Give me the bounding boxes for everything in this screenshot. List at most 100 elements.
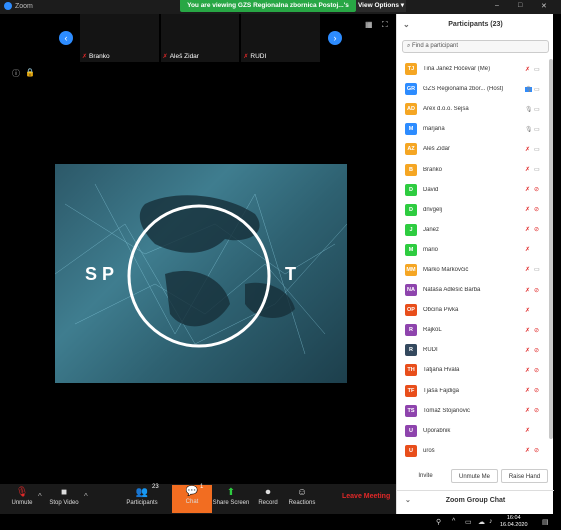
windows-taskbar: ⚲ ^ ▭ ☁ ♪ 16:04 16.04.2020 ▤: [0, 514, 561, 530]
participant-name: marjana: [423, 126, 445, 133]
participant-name: David: [423, 186, 439, 193]
video-options-caret[interactable]: ^: [84, 492, 88, 501]
mic-muted-icon: ✗: [525, 347, 531, 354]
mic-muted-icon: ✗: [525, 227, 531, 234]
chat-button[interactable]: 💬 Chat: [172, 485, 212, 513]
video-off-icon: ⊘: [534, 227, 540, 234]
avatar: U: [405, 424, 417, 437]
participant-row[interactable]: J Janez ✗ ⊘: [397, 220, 549, 240]
avatar: OP: [405, 304, 417, 317]
participant-row[interactable]: OP Obcina Pivka ✗: [397, 300, 549, 320]
screen-share-banner: You are viewing GZS Regionalna zbornica …: [180, 0, 356, 21]
tray-chevron-icon[interactable]: ^: [452, 518, 455, 525]
participant-row[interactable]: TH Tatjana Hvala ✗ ⊘: [397, 360, 549, 380]
reactions-label: Reactions: [288, 500, 316, 506]
participant-row[interactable]: Ddnvgelj ✗ ⊘: [397, 200, 549, 220]
unmute-me-button[interactable]: Unmute Me: [451, 469, 498, 483]
close-button[interactable]: ✕: [541, 2, 547, 10]
mic-muted-icon: ✗: [525, 307, 531, 314]
minimize-button[interactable]: –: [495, 2, 499, 9]
participant-name: RajkoL: [423, 327, 442, 334]
participant-row[interactable]: TF Tjaša Fajdiga ✗ ⊘: [397, 381, 549, 401]
participant-row[interactable]: GR GZS Regionalna zbor... (Host) 🎙 ▭: [397, 79, 549, 99]
maximize-button[interactable]: □: [518, 2, 522, 9]
video-off-icon: ⊘: [534, 367, 540, 374]
video-tile[interactable]: ✗ Branko: [80, 14, 159, 62]
participant-row[interactable]: D David ✗ ⊘: [397, 180, 549, 200]
lock-icon[interactable]: 🔒: [25, 68, 35, 77]
taskbar-clock[interactable]: 16:04 16.04.2020: [500, 515, 528, 529]
panel-header: ⌄ Participants (23): [397, 14, 554, 36]
next-page-button[interactable]: ›: [328, 31, 342, 45]
participant-row[interactable]: B Branko ✗ ▭: [397, 159, 549, 179]
share-screen-label: Share Screen: [212, 500, 250, 506]
chat-icon: 💬: [185, 486, 199, 497]
avatar: GR: [405, 83, 417, 96]
unmute-button[interactable]: 🎙 Unmute: [2, 486, 42, 506]
participant-row[interactable]: AD Arex d.o.o. Sejsa 🎙 ▭: [397, 99, 549, 119]
participant-row[interactable]: TS Tomaž Stojanovic ✗ ⊘: [397, 401, 549, 421]
reactions-button[interactable]: ☺ Reactions: [282, 486, 322, 506]
participant-row[interactable]: Uuroš ✗ ⊘: [397, 441, 549, 461]
video-tile[interactable]: ✗ Aleš Zidar: [160, 14, 240, 62]
video-icon: ▭: [534, 106, 540, 113]
participant-row[interactable]: Mmario ✗: [397, 240, 549, 260]
avatar: MM: [405, 263, 417, 276]
participant-search-input[interactable]: ⌕ Find a participant: [402, 40, 549, 53]
panel-actions: Invite Unmute Me Raise Hand: [403, 469, 548, 483]
app-name: Zoom: [15, 2, 33, 10]
group-chat-header[interactable]: ⌄ Zoom Group Chat: [397, 490, 554, 510]
gallery-view-icon[interactable]: ▦: [365, 20, 373, 29]
notification-icon[interactable]: ▤: [542, 518, 549, 526]
participant-row[interactable]: AZ Aleš Zidar ✗ ▭: [397, 139, 549, 159]
participant-name: Nataša Adlešič Barba: [423, 287, 481, 294]
avatar: TH: [405, 364, 417, 377]
video-icon: ▭: [534, 66, 540, 73]
network-icon[interactable]: ▭: [465, 518, 472, 526]
unmute-label: Unmute: [11, 500, 33, 506]
video-strip: ✗ Branko ✗ Aleš Zidar ✗ RUDI: [80, 14, 321, 62]
video-off-icon: ⊘: [534, 287, 540, 294]
cloud-icon[interactable]: ☁: [478, 518, 485, 526]
share-screen-button[interactable]: ⬆ Share Screen: [211, 486, 251, 506]
video-off-icon: ⊘: [534, 448, 540, 455]
logo-text-right: T: [285, 264, 296, 284]
video-tile[interactable]: ✗ RUDI: [241, 14, 321, 62]
mic-off-icon: ✗: [243, 54, 249, 60]
zoom-logo-icon: [4, 2, 12, 10]
fullscreen-icon[interactable]: ⛶: [382, 20, 388, 30]
mic-icon: 🎙: [525, 126, 533, 133]
prev-page-button[interactable]: ‹: [59, 31, 73, 45]
participant-row[interactable]: Mmarjana 🎙 ▭: [397, 119, 549, 139]
video-icon: ▭: [534, 267, 540, 274]
participant-row[interactable]: NA Nataša Adlešič Barba ✗ ⊘: [397, 280, 549, 300]
audio-options-caret[interactable]: ^: [38, 492, 42, 501]
raise-hand-button[interactable]: Raise Hand: [501, 469, 548, 483]
participant-name: Marko Markovčič: [423, 266, 469, 273]
participant-name: Janez: [423, 226, 440, 233]
participant-list-scrollbar[interactable]: [549, 59, 553, 439]
mic-muted-icon: ✗: [525, 146, 531, 153]
logo-text-left: S P: [85, 264, 115, 284]
invite-button[interactable]: Invite: [403, 469, 448, 483]
chat-badge: 1: [200, 484, 204, 490]
volume-icon[interactable]: ♪: [489, 518, 493, 525]
share-screen-icon: ⬆: [226, 487, 236, 498]
video-off-icon: ⊘: [534, 388, 540, 395]
participant-row[interactable]: R RajkoL ✗ ⊘: [397, 320, 549, 340]
participant-row[interactable]: TJ Tina Janež Hočevar (Me) ✗ ▭: [397, 59, 549, 79]
collapse-chevron-icon[interactable]: ⌄: [403, 14, 410, 36]
video-off-icon: ⊘: [534, 187, 540, 194]
stop-video-button[interactable]: ■ Stop Video: [44, 486, 84, 506]
participant-row[interactable]: MM Marko Markovčič ✗ ▭: [397, 260, 549, 280]
participant-name: Aleš Zidar: [423, 146, 451, 153]
view-options-button[interactable]: View Options ▾: [356, 0, 406, 12]
participant-row[interactable]: R RUDI ✗ ⊘: [397, 340, 549, 360]
people-icon[interactable]: ⚲: [436, 518, 441, 526]
record-label: Record: [258, 500, 278, 506]
mic-muted-icon: ✗: [525, 327, 531, 334]
info-icon[interactable]: ⓘ: [12, 68, 20, 79]
participant-name: Branko: [423, 166, 443, 173]
leave-meeting-button[interactable]: Leave Meeting: [342, 493, 390, 500]
participant-row[interactable]: U Uporabnik ✗: [397, 421, 549, 441]
